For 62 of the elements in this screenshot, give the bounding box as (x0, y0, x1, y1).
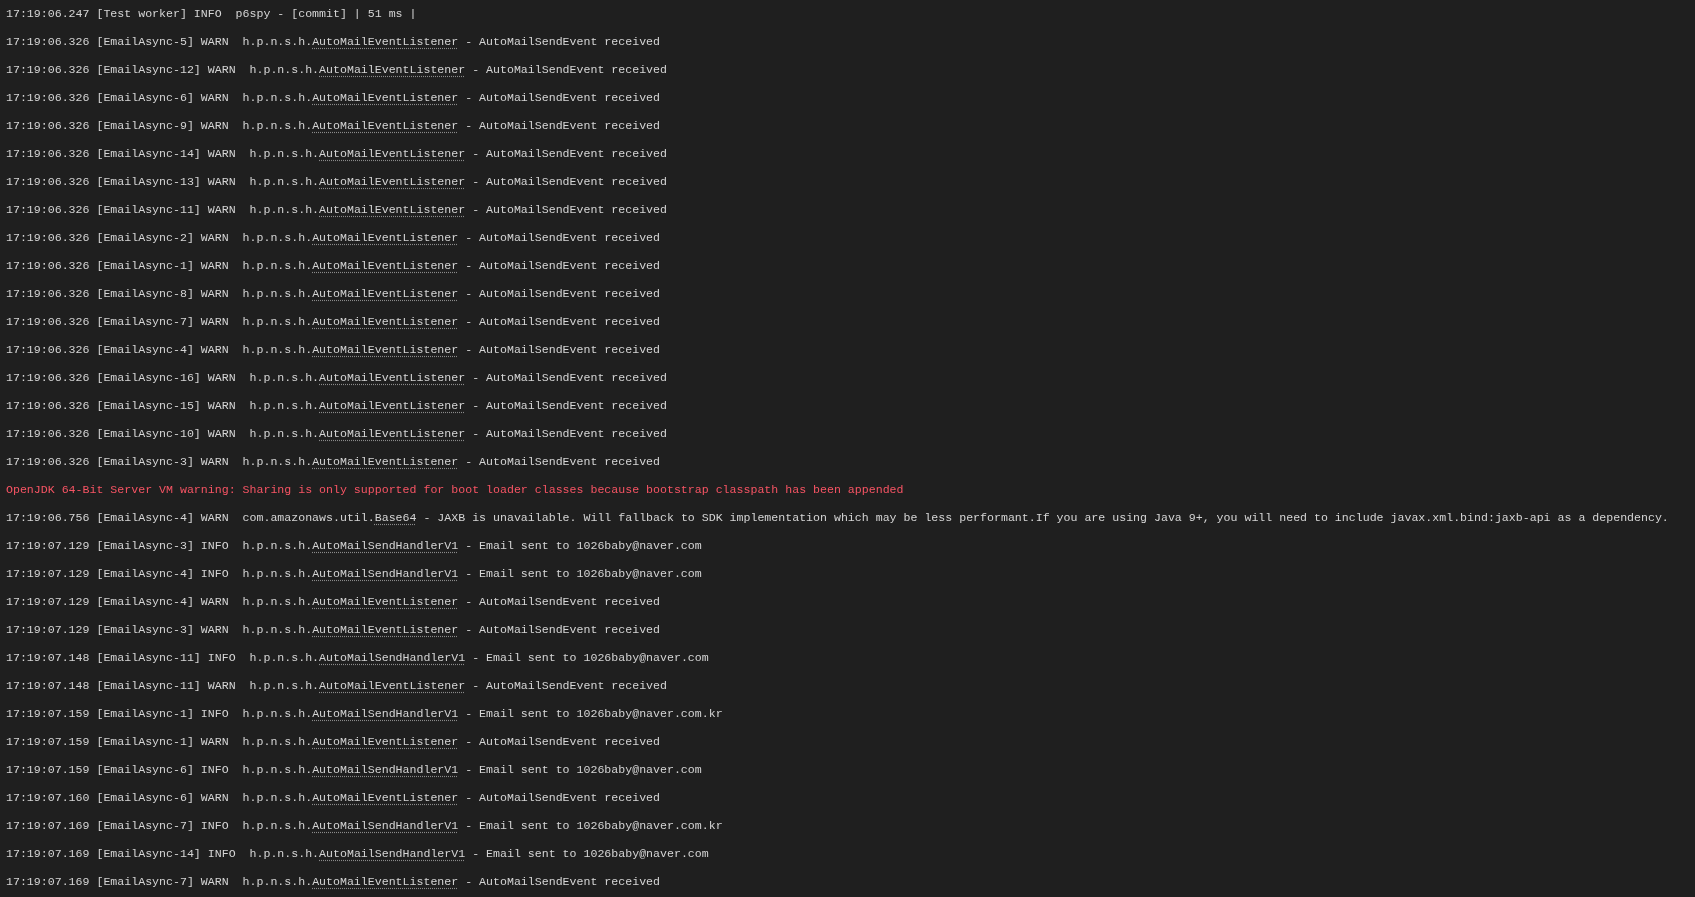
log-line: 17:19:07.160 [EmailAsync-6] WARN h.p.n.s.h.AutoMailEventListener - AutoMailSendEvent received (6, 790, 660, 806)
log-line: 17:19:06.326 [EmailAsync-11] WARN h.p.n.s.h.AutoMailEventListener - AutoMailSendEvent received (6, 202, 667, 218)
log-line: 17:19:06.326 [EmailAsync-1] WARN h.p.n.s.h.AutoMailEventListener - AutoMailSendEvent received (6, 258, 660, 274)
log-line: 17:19:06.756 [EmailAsync-4] WARN com.amazonaws.util.Base64 - JAXB is unavailable. Will fallback to SDK implementation which may be less performant.If you are using Java 9+, you will need to include javax.xml.bind:jaxb-api as a dependency. (6, 510, 1669, 526)
log-line: 17:19:07.129 [EmailAsync-4] WARN h.p.n.s.h.AutoMailEventListener - AutoMailSendEvent received (6, 594, 660, 610)
class-link[interactable]: AutoMailEventListener (312, 315, 459, 328)
log-line: 17:19:06.326 [EmailAsync-5] WARN h.p.n.s.h.AutoMailEventListener - AutoMailSendEvent received (6, 34, 660, 50)
class-link[interactable]: AutoMailSendHandlerV1 (312, 819, 459, 832)
class-link[interactable]: AutoMailEventListener (312, 231, 459, 244)
class-link[interactable]: AutoMailEventListener (319, 147, 466, 160)
log-line: 17:19:07.148 [EmailAsync-11] INFO h.p.n.s.h.AutoMailSendHandlerV1 - Email sent to 1026baby@naver.com (6, 650, 709, 666)
log-line: 17:19:06.326 [EmailAsync-12] WARN h.p.n.s.h.AutoMailEventListener - AutoMailSendEvent received (6, 62, 667, 78)
class-link[interactable]: AutoMailEventListener (312, 91, 459, 104)
log-line: 17:19:07.129 [EmailAsync-4] INFO h.p.n.s.h.AutoMailSendHandlerV1 - Email sent to 1026baby@naver.com (6, 566, 702, 582)
class-link[interactable]: AutoMailEventListener (312, 875, 459, 888)
class-link[interactable]: Base64 (374, 511, 417, 524)
log-line: 17:19:06.326 [EmailAsync-10] WARN h.p.n.s.h.AutoMailEventListener - AutoMailSendEvent received (6, 426, 667, 442)
class-link[interactable]: AutoMailEventListener (319, 203, 466, 216)
class-link[interactable]: AutoMailEventListener (312, 455, 459, 468)
class-link[interactable]: AutoMailSendHandlerV1 (312, 763, 459, 776)
class-link[interactable]: AutoMailEventListener (312, 259, 459, 272)
class-link[interactable]: AutoMailEventListener (319, 371, 466, 384)
class-link[interactable]: AutoMailEventListener (319, 175, 466, 188)
log-line: 17:19:06.247 [Test worker] INFO p6spy - [commit] | 51 ms | (6, 6, 417, 22)
log-line: 17:19:07.159 [EmailAsync-1] INFO h.p.n.s.h.AutoMailSendHandlerV1 - Email sent to 1026baby@naver.com.kr (6, 706, 723, 722)
class-link[interactable]: AutoMailSendHandlerV1 (312, 539, 459, 552)
log-line: 17:19:07.169 [EmailAsync-14] INFO h.p.n.s.h.AutoMailSendHandlerV1 - Email sent to 1026baby@naver.com (6, 846, 709, 862)
log-line: 17:19:07.129 [EmailAsync-3] WARN h.p.n.s.h.AutoMailEventListener - AutoMailSendEvent received (6, 622, 660, 638)
log-line: 17:19:07.159 [EmailAsync-6] INFO h.p.n.s.h.AutoMailSendHandlerV1 - Email sent to 1026baby@naver.com (6, 762, 702, 778)
class-link[interactable]: AutoMailEventListener (319, 63, 466, 76)
log-line: 17:19:06.326 [EmailAsync-9] WARN h.p.n.s.h.AutoMailEventListener - AutoMailSendEvent received (6, 118, 660, 134)
log-line: 17:19:06.326 [EmailAsync-8] WARN h.p.n.s.h.AutoMailEventListener - AutoMailSendEvent received (6, 286, 660, 302)
class-link[interactable]: AutoMailSendHandlerV1 (312, 567, 459, 580)
log-line: 17:19:07.159 [EmailAsync-1] WARN h.p.n.s.h.AutoMailEventListener - AutoMailSendEvent received (6, 734, 660, 750)
class-link[interactable]: AutoMailSendHandlerV1 (312, 707, 459, 720)
class-link[interactable]: AutoMailEventListener (312, 595, 459, 608)
log-line: 17:19:07.169 [EmailAsync-7] WARN h.p.n.s.h.AutoMailEventListener - AutoMailSendEvent received (6, 874, 660, 890)
log-line: 17:19:06.326 [EmailAsync-4] WARN h.p.n.s.h.AutoMailEventListener - AutoMailSendEvent received (6, 342, 660, 358)
log-line: 17:19:06.326 [EmailAsync-13] WARN h.p.n.s.h.AutoMailEventListener - AutoMailSendEvent received (6, 174, 667, 190)
log-line: 17:19:07.169 [EmailAsync-7] INFO h.p.n.s.h.AutoMailSendHandlerV1 - Email sent to 1026baby@naver.com.kr (6, 818, 723, 834)
class-link[interactable]: AutoMailEventListener (319, 427, 466, 440)
class-link[interactable]: AutoMailSendHandlerV1 (319, 847, 466, 860)
class-link[interactable]: AutoMailEventListener (312, 35, 459, 48)
class-link[interactable]: AutoMailEventListener (312, 119, 459, 132)
class-link[interactable]: AutoMailEventListener (312, 343, 459, 356)
log-line: 17:19:06.326 [EmailAsync-2] WARN h.p.n.s.h.AutoMailEventListener - AutoMailSendEvent received (6, 230, 660, 246)
class-link[interactable]: AutoMailEventListener (312, 791, 459, 804)
log-line: 17:19:06.326 [EmailAsync-6] WARN h.p.n.s.h.AutoMailEventListener - AutoMailSendEvent received (6, 90, 660, 106)
log-line: 17:19:06.326 [EmailAsync-7] WARN h.p.n.s.h.AutoMailEventListener - AutoMailSendEvent received (6, 314, 660, 330)
log-line: 17:19:06.326 [EmailAsync-16] WARN h.p.n.s.h.AutoMailEventListener - AutoMailSendEvent received (6, 370, 667, 386)
log-line: 17:19:06.326 [EmailAsync-3] WARN h.p.n.s.h.AutoMailEventListener - AutoMailSendEvent received (6, 454, 660, 470)
class-link[interactable]: AutoMailEventListener (312, 735, 459, 748)
class-link[interactable]: AutoMailEventListener (312, 287, 459, 300)
class-link[interactable]: AutoMailEventListener (312, 623, 459, 636)
log-line: 17:19:06.326 [EmailAsync-14] WARN h.p.n.s.h.AutoMailEventListener - AutoMailSendEvent received (6, 146, 667, 162)
log-line: 17:19:07.148 [EmailAsync-11] WARN h.p.n.s.h.AutoMailEventListener - AutoMailSendEvent received (6, 678, 667, 694)
log-line: 17:19:06.326 [EmailAsync-15] WARN h.p.n.s.h.AutoMailEventListener - AutoMailSendEvent received (6, 398, 667, 414)
error-line: OpenJDK 64-Bit Server VM warning: Sharing is only supported for boot loader classes because bootstrap classpath has been appended (6, 482, 904, 498)
class-link[interactable]: AutoMailEventListener (319, 399, 466, 412)
class-link[interactable]: AutoMailEventListener (319, 679, 466, 692)
log-line: 17:19:07.129 [EmailAsync-3] INFO h.p.n.s.h.AutoMailSendHandlerV1 - Email sent to 1026baby@naver.com (6, 538, 702, 554)
class-link[interactable]: AutoMailSendHandlerV1 (319, 651, 466, 664)
